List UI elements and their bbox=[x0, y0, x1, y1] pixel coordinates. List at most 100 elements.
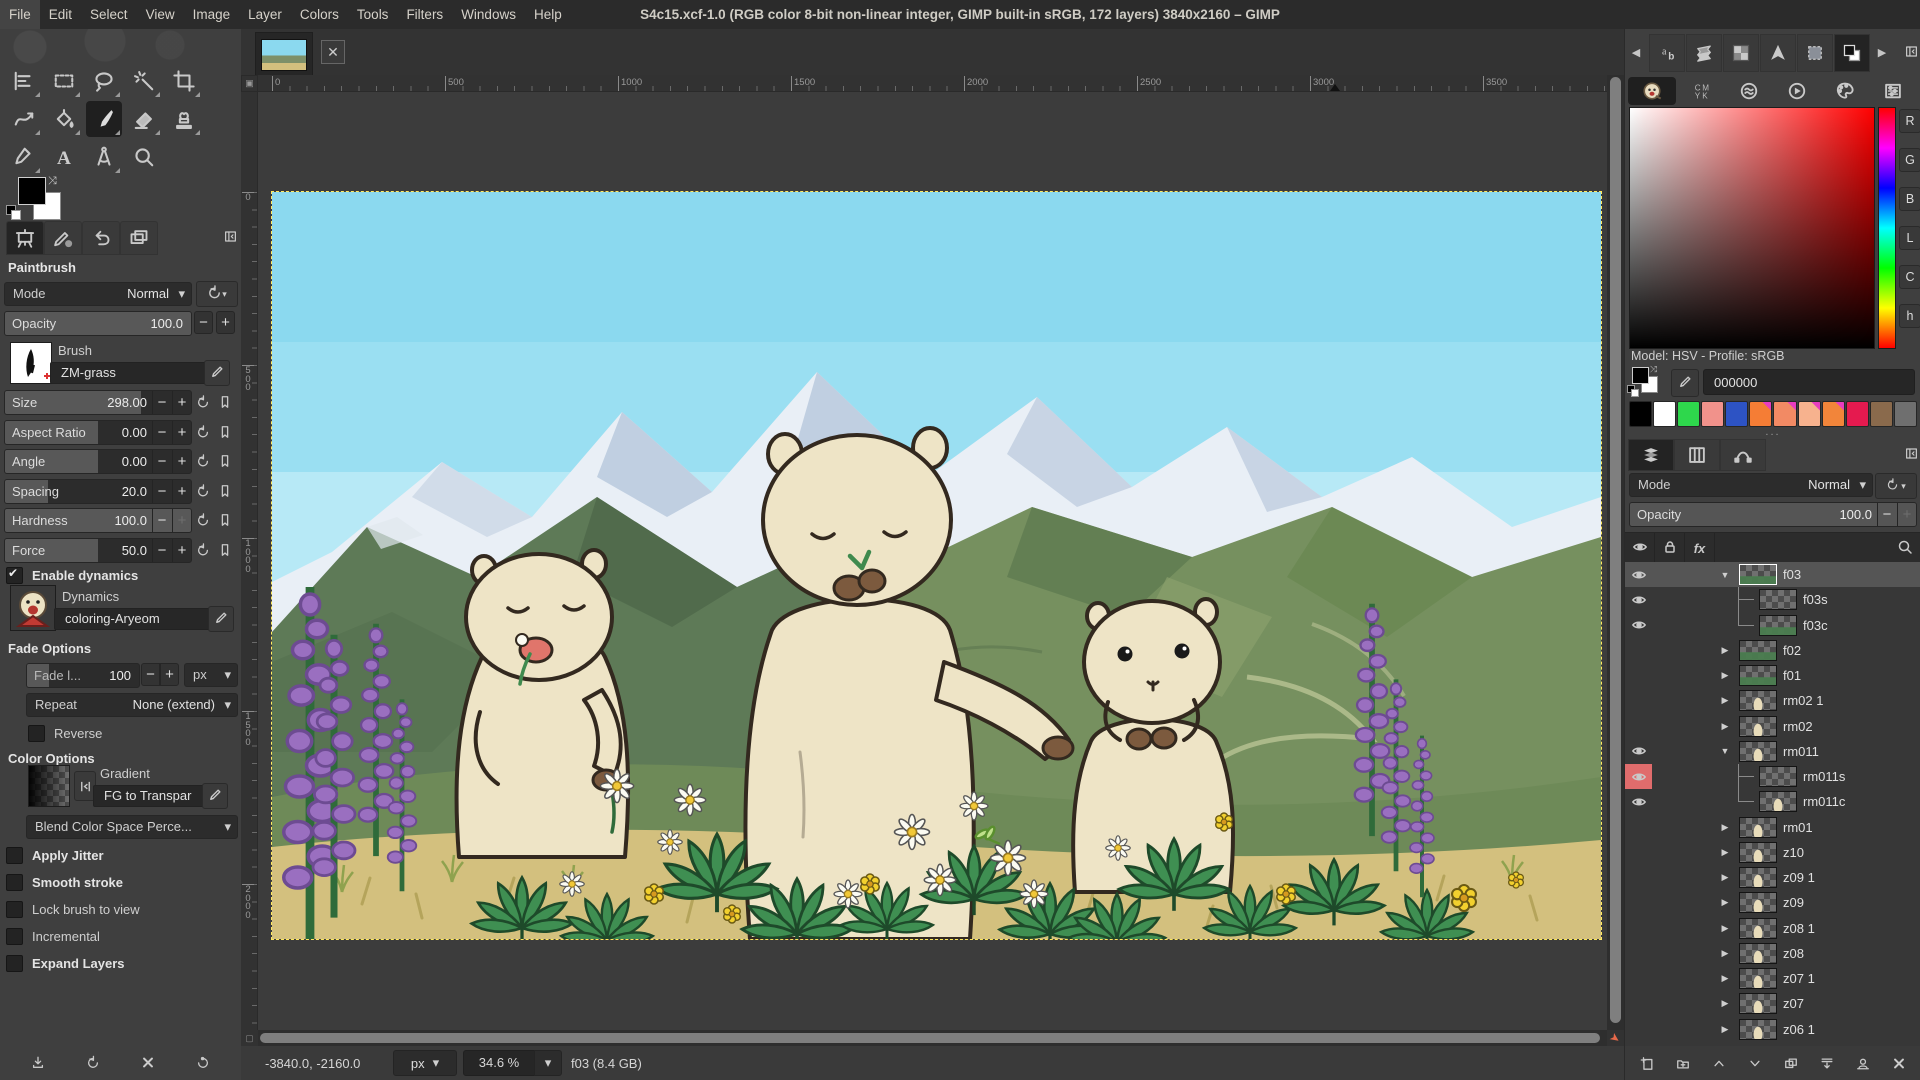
visibility-toggle[interactable] bbox=[1625, 916, 1652, 941]
layer-row-rm01[interactable]: ▶rm01 bbox=[1625, 815, 1920, 840]
tab-menu-icon[interactable] bbox=[222, 228, 238, 244]
dynamics-thumbnail[interactable] bbox=[10, 585, 56, 631]
layer-thumbnail[interactable] bbox=[1739, 817, 1777, 838]
menu-image[interactable]: Image bbox=[184, 0, 240, 29]
layer-name[interactable]: z07 1 bbox=[1783, 966, 1815, 991]
visibility-toggle[interactable] bbox=[1625, 663, 1652, 688]
layer-thumbnail[interactable] bbox=[1759, 615, 1797, 636]
visibility-toggle[interactable] bbox=[1625, 1017, 1652, 1042]
layer-thumbnail[interactable] bbox=[1739, 716, 1777, 737]
bookmark-icon[interactable] bbox=[216, 481, 234, 501]
scroll-tabs-left-icon[interactable]: ◀ bbox=[1627, 34, 1645, 70]
menu-colors[interactable]: Colors bbox=[291, 0, 348, 29]
visibility-toggle[interactable] bbox=[1625, 764, 1652, 789]
menu-layer[interactable]: Layer bbox=[239, 0, 291, 29]
option-lock-brush-to-view-checkbox[interactable]: Lock brush to view bbox=[6, 901, 140, 918]
layer-opacity-increase[interactable]: + bbox=[1897, 503, 1916, 526]
visibility-toggle[interactable] bbox=[1625, 815, 1652, 840]
opacity-increase-button[interactable]: + bbox=[216, 311, 235, 334]
paths-tool[interactable] bbox=[6, 139, 42, 175]
restore-tool-preset-button[interactable] bbox=[80, 1049, 106, 1075]
horizontal-ruler[interactable]: 0500100015002000250030003500 bbox=[258, 75, 1607, 92]
reset-tool-options-button[interactable] bbox=[190, 1049, 216, 1075]
bookmark-icon[interactable] bbox=[216, 392, 234, 412]
layer-row-z06-1[interactable]: ▶z06 1 bbox=[1625, 1017, 1920, 1042]
palette-swatch-3[interactable] bbox=[1701, 401, 1724, 427]
saturation-value-area[interactable] bbox=[1629, 107, 1875, 349]
zoom-level[interactable]: 34.6 % bbox=[463, 1050, 535, 1076]
visibility-toggle[interactable] bbox=[1625, 562, 1652, 587]
gradient-name[interactable]: FG to Transpar bbox=[93, 785, 209, 807]
palette-swatch-1[interactable] bbox=[1653, 401, 1676, 427]
layer-mode-select[interactable]: Mode Normal bbox=[1629, 473, 1873, 497]
brushes-tab[interactable] bbox=[1686, 34, 1722, 72]
menu-view[interactable]: View bbox=[137, 0, 184, 29]
expand-icon[interactable]: ▶ bbox=[1717, 890, 1733, 915]
layer-row-z09[interactable]: ▶z09 bbox=[1625, 890, 1920, 915]
tab-undo-history[interactable] bbox=[82, 221, 120, 255]
transform-tool[interactable] bbox=[6, 101, 42, 137]
increase-button[interactable]: + bbox=[172, 421, 191, 444]
layer-row-f03c[interactable]: f03c bbox=[1625, 613, 1920, 638]
visibility-toggle[interactable] bbox=[1625, 688, 1652, 713]
layer-row-f03[interactable]: ▼f03 bbox=[1625, 562, 1920, 587]
layer-name[interactable]: z08 bbox=[1783, 941, 1804, 966]
layer-row-rm011s[interactable]: rm011s bbox=[1625, 764, 1920, 789]
layer-thumbnail[interactable] bbox=[1739, 690, 1777, 711]
hue-slider[interactable] bbox=[1878, 107, 1896, 349]
image-tab[interactable] bbox=[255, 32, 313, 77]
reverse-checkbox[interactable]: Reverse bbox=[28, 725, 102, 742]
clone-tool[interactable] bbox=[166, 101, 202, 137]
default-colors-icon[interactable] bbox=[6, 205, 20, 219]
palette-more-label[interactable]: ... bbox=[1625, 427, 1920, 437]
gradient-thumbnail[interactable] bbox=[28, 765, 70, 807]
rectangle-select-tool[interactable] bbox=[46, 63, 82, 99]
duplicate-layer-button[interactable] bbox=[1778, 1050, 1804, 1076]
option-aspect-ratio-slider[interactable]: Aspect Ratio0.00−+ bbox=[4, 420, 192, 445]
expand-icon[interactable]: ▶ bbox=[1717, 638, 1733, 663]
tab-tool-options[interactable] bbox=[6, 221, 44, 255]
reset-icon[interactable] bbox=[194, 451, 212, 471]
layer-opacity-slider[interactable]: Opacity 100.0 − + bbox=[1629, 502, 1917, 527]
layer-name[interactable]: rm02 1 bbox=[1783, 688, 1823, 713]
visibility-toggle[interactable] bbox=[1625, 991, 1652, 1016]
fg-bg-mini-widget[interactable]: ⤨ bbox=[1629, 367, 1669, 399]
decrease-button[interactable]: − bbox=[152, 509, 171, 532]
merge-down-button[interactable] bbox=[1814, 1050, 1840, 1076]
layer-name[interactable]: rm01 bbox=[1783, 815, 1813, 840]
layer-row-f02[interactable]: ▶f02 bbox=[1625, 638, 1920, 663]
layer-row-rm02[interactable]: ▶rm02 bbox=[1625, 714, 1920, 739]
decrease-button[interactable]: − bbox=[152, 539, 171, 562]
mode-reset-button[interactable]: ▾ bbox=[196, 281, 238, 307]
reset-icon[interactable] bbox=[194, 422, 212, 442]
layer-name[interactable]: f03s bbox=[1803, 587, 1828, 612]
layer-name[interactable]: f01 bbox=[1783, 663, 1801, 688]
dynamics-name[interactable]: coloring-Aryeom bbox=[54, 608, 216, 630]
layer-thumbnail[interactable] bbox=[1739, 741, 1777, 762]
effects-column-label[interactable]: fx bbox=[1685, 533, 1715, 563]
bookmark-icon[interactable] bbox=[216, 540, 234, 560]
layer-thumbnail[interactable] bbox=[1759, 589, 1797, 610]
menu-tools[interactable]: Tools bbox=[348, 0, 398, 29]
zoom-select-icon[interactable] bbox=[534, 1050, 562, 1076]
layer-thumbnail[interactable] bbox=[1759, 766, 1797, 787]
palette-swatch-6[interactable] bbox=[1773, 401, 1796, 427]
layer-row-rm011[interactable]: ▼rm011 bbox=[1625, 739, 1920, 764]
layer-thumbnail[interactable] bbox=[1739, 892, 1777, 913]
gimp-color-selector-tab[interactable] bbox=[1628, 77, 1676, 105]
expand-icon[interactable]: ▶ bbox=[1717, 840, 1733, 865]
visibility-toggle[interactable] bbox=[1625, 714, 1652, 739]
visibility-toggle[interactable] bbox=[1625, 789, 1652, 814]
repeat-select[interactable]: Repeat None (extend) bbox=[26, 693, 238, 717]
fuzzy-select-tool[interactable] bbox=[126, 63, 162, 99]
free-select-tool[interactable] bbox=[86, 63, 122, 99]
cmyk-selector-tab[interactable]: CMYK bbox=[1680, 77, 1722, 105]
tab-device-status[interactable] bbox=[44, 221, 82, 255]
layer-name[interactable]: f03c bbox=[1803, 613, 1828, 638]
palette-swatch-4[interactable] bbox=[1725, 401, 1748, 427]
decrease-button[interactable]: − bbox=[152, 421, 171, 444]
expand-icon[interactable]: ▶ bbox=[1717, 688, 1733, 713]
reset-icon[interactable] bbox=[194, 481, 212, 501]
visibility-toggle[interactable] bbox=[1625, 840, 1652, 865]
decrease-button[interactable]: − bbox=[152, 391, 171, 414]
